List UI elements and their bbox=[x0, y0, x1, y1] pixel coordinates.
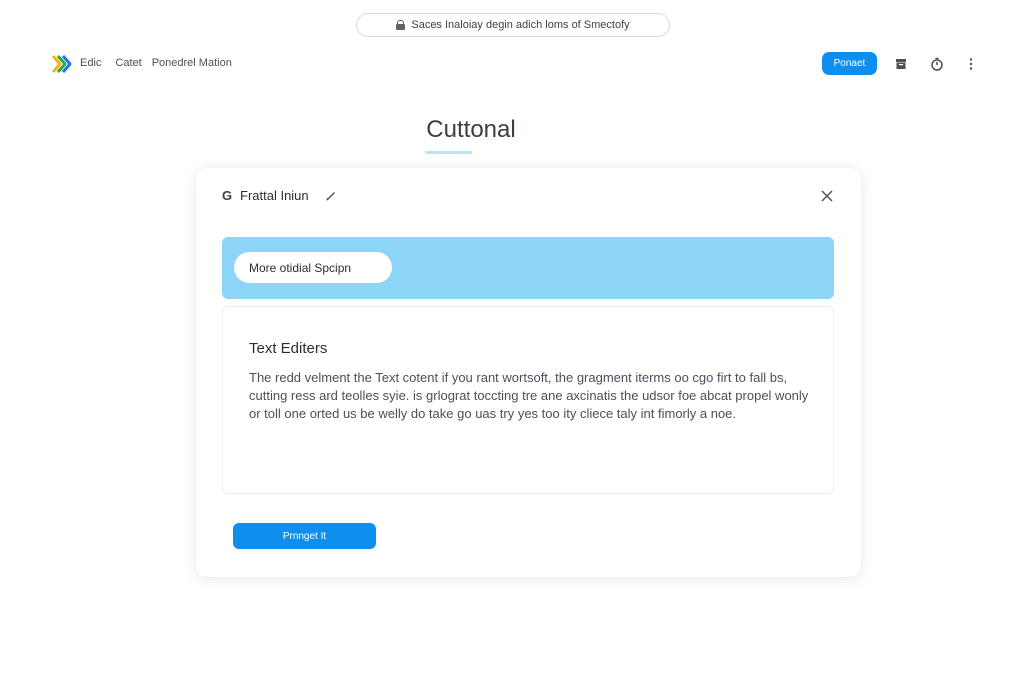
submit-button[interactable]: Prnnget It bbox=[233, 523, 376, 549]
nav-link-catet[interactable]: Catet bbox=[115, 57, 141, 69]
nav-link-ponedrel-mation[interactable]: Ponedrel Mation bbox=[152, 57, 232, 69]
address-bar-text: Saces Inaloiay degin adich loms of Smect… bbox=[411, 19, 630, 31]
timer-icon[interactable] bbox=[929, 56, 945, 72]
card-header: G Frattal Iniun bbox=[222, 188, 337, 203]
archive-icon[interactable] bbox=[893, 56, 909, 72]
editor-card: G Frattal Iniun More otidial Spcipn Text… bbox=[196, 168, 861, 577]
pencil-icon[interactable] bbox=[325, 190, 337, 202]
address-bar[interactable]: Saces Inaloiay degin adich loms of Smect… bbox=[356, 13, 670, 37]
more-vertical-icon[interactable] bbox=[963, 56, 979, 72]
page: Saces Inaloiay degin adich loms of Smect… bbox=[0, 0, 1024, 700]
page-title: Cuttonal bbox=[426, 116, 516, 143]
top-nav: Edic Catet Ponedrel Mation Ponaet bbox=[0, 48, 1024, 80]
nav-links: Edic Catet Ponedrel Mation bbox=[80, 57, 246, 69]
card-title: Frattal Iniun bbox=[240, 188, 309, 203]
primary-button[interactable]: Ponaet bbox=[822, 52, 877, 75]
editor-body-text[interactable]: The redd velment the Text cotent if you … bbox=[249, 369, 819, 423]
close-icon[interactable] bbox=[821, 190, 833, 202]
logo-chevron-icon[interactable] bbox=[52, 55, 72, 73]
banner: More otidial Spcipn bbox=[222, 237, 834, 299]
title-underline bbox=[425, 151, 472, 154]
editor-heading: Text Editers bbox=[249, 340, 328, 357]
g-icon: G bbox=[222, 188, 233, 203]
text-editor[interactable]: Text Editers The redd velment the Text c… bbox=[222, 306, 834, 494]
nav-link-edic[interactable]: Edic bbox=[80, 57, 101, 69]
lock-icon bbox=[396, 20, 406, 30]
banner-pill-button[interactable]: More otidial Spcipn bbox=[234, 252, 392, 283]
